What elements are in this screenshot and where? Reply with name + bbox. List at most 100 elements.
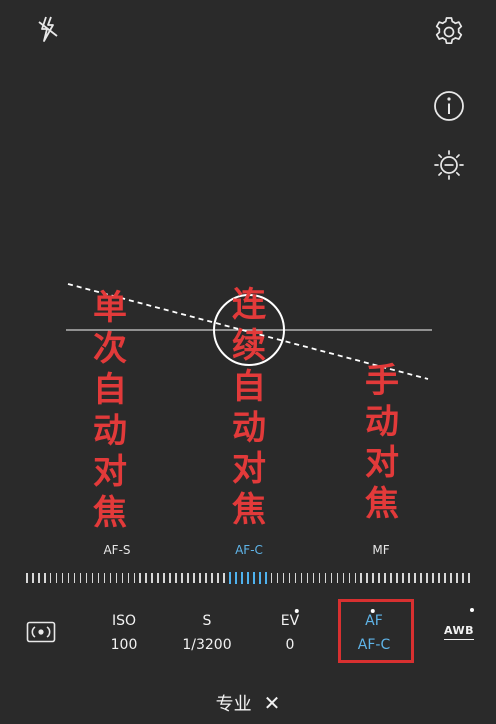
- slider-tick: [372, 573, 375, 583]
- slider-tick: [378, 573, 380, 583]
- slider-tick: [151, 573, 154, 583]
- slider-tick: [169, 573, 171, 583]
- slider-tick: [145, 573, 148, 583]
- awb-button[interactable]: AWB: [444, 624, 475, 640]
- slider-tick: [288, 573, 291, 583]
- slider-tick-active: [258, 572, 262, 584]
- slider-tick: [420, 573, 422, 583]
- slider-tick-active: [241, 572, 244, 584]
- slider-tick: [223, 573, 225, 583]
- slider-tick: [294, 573, 297, 583]
- iso-control[interactable]: ISO 100: [111, 612, 138, 654]
- slider-tick: [396, 573, 398, 583]
- slider-tick: [157, 573, 159, 583]
- ev-value: 0: [285, 637, 295, 653]
- slider-tick: [456, 573, 458, 583]
- slider-tick: [97, 573, 100, 583]
- af-control[interactable]: AF AF-C: [357, 609, 391, 654]
- camera-mode-bar: 专业 ✕: [0, 690, 496, 716]
- slider-tick: [306, 573, 309, 583]
- annotation-single-af: 单 次 自 动 对 焦: [93, 288, 127, 533]
- ev-adjusted-dot: [294, 609, 299, 613]
- slider-tick: [318, 573, 321, 583]
- slider-tick-active: [229, 572, 232, 584]
- slider-tick: [348, 573, 351, 583]
- slider-tick: [462, 573, 464, 583]
- ev-control[interactable]: EV 0: [280, 609, 300, 654]
- slider-tick: [79, 573, 82, 583]
- focus-mode-af-c[interactable]: AF-C: [235, 543, 263, 557]
- slider-tick: [282, 573, 285, 583]
- slider-tick: [360, 573, 363, 583]
- slider-tick: [31, 573, 34, 583]
- slider-tick: [312, 573, 315, 583]
- slider-tick: [408, 573, 410, 583]
- slider-tick: [187, 573, 189, 583]
- slider-tick: [366, 573, 369, 583]
- slider-tick: [336, 573, 339, 583]
- slider-tick: [103, 573, 106, 583]
- shutter-value: 1/3200: [182, 637, 232, 653]
- focus-mode-mf[interactable]: MF: [372, 543, 389, 557]
- slider-tick: [91, 573, 94, 583]
- slider-tick: [276, 573, 279, 583]
- slider-tick: [330, 573, 333, 583]
- metering-icon[interactable]: [26, 621, 56, 643]
- slider-tick: [181, 573, 183, 583]
- iso-label: ISO: [111, 613, 137, 629]
- af-label: AF: [365, 613, 383, 629]
- shutter-control[interactable]: S 1/3200: [182, 612, 231, 654]
- slider-tick-active: [235, 572, 238, 584]
- annotation-manual-focus: 手 动 对 焦: [365, 361, 399, 524]
- close-icon[interactable]: ✕: [264, 691, 281, 715]
- slider-tick: [300, 573, 303, 583]
- focus-slider[interactable]: [26, 571, 470, 585]
- slider-tick: [414, 573, 416, 583]
- slider-tick: [432, 573, 434, 583]
- slider-tick: [468, 573, 470, 583]
- iso-value: 100: [110, 637, 138, 653]
- slider-tick: [175, 573, 177, 583]
- slider-tick: [199, 573, 201, 583]
- slider-tick: [205, 573, 207, 583]
- slider-tick: [270, 573, 273, 583]
- slider-tick: [121, 573, 124, 583]
- shutter-label: S: [202, 613, 212, 629]
- slider-tick: [354, 573, 357, 583]
- slider-tick: [73, 573, 76, 583]
- slider-tick: [444, 573, 446, 583]
- mode-label-pro: 专业: [215, 694, 252, 715]
- slider-tick: [26, 573, 28, 583]
- slider-tick: [55, 573, 58, 583]
- slider-tick: [139, 573, 142, 583]
- slider-tick: [193, 573, 195, 583]
- slider-tick: [324, 573, 327, 583]
- slider-tick: [133, 573, 136, 583]
- focus-mode-af-s[interactable]: AF-S: [103, 543, 130, 557]
- slider-tick: [115, 573, 118, 583]
- awb-adjusted-dot: [470, 608, 474, 612]
- slider-tick: [211, 573, 213, 583]
- slider-tick: [402, 573, 404, 583]
- slider-tick: [217, 573, 219, 583]
- slider-tick-active: [264, 572, 268, 584]
- slider-tick: [384, 573, 386, 583]
- slider-tick: [342, 573, 345, 583]
- slider-tick: [85, 573, 88, 583]
- af-adjusted-dot: [370, 609, 375, 613]
- slider-tick: [163, 573, 165, 583]
- slider-tick: [127, 573, 130, 583]
- slider-tick: [67, 573, 70, 583]
- af-value: AF-C: [357, 637, 391, 653]
- slider-tick: [438, 573, 440, 583]
- slider-tick: [37, 573, 40, 583]
- slider-tick-active: [252, 572, 256, 584]
- slider-tick: [61, 573, 64, 583]
- slider-tick-active: [247, 572, 250, 584]
- slider-tick: [49, 573, 52, 583]
- ev-label: EV: [280, 613, 300, 629]
- slider-tick: [450, 573, 452, 583]
- slider-tick: [426, 573, 428, 583]
- slider-tick: [43, 573, 46, 583]
- slider-tick: [390, 573, 392, 583]
